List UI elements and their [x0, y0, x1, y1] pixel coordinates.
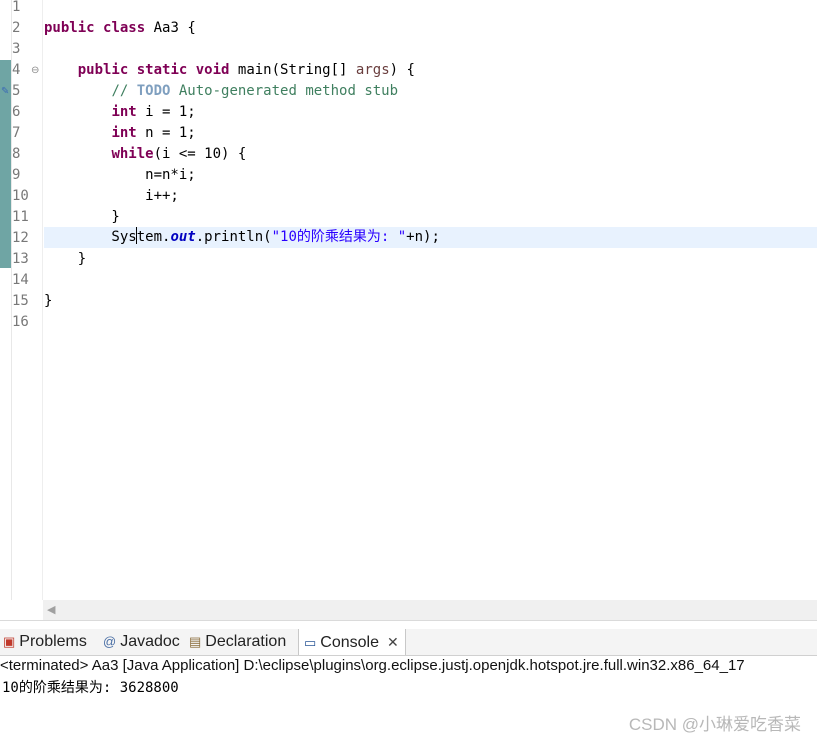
code-line-13[interactable]: }	[0, 249, 817, 270]
code-line-6[interactable]: int i = 1;	[0, 102, 817, 123]
line-number: 16	[12, 314, 29, 330]
code-line-8[interactable]: while(i <= 10) {	[0, 144, 817, 165]
tab-console[interactable]: ▭ Console ✕	[298, 629, 406, 655]
code-line-15[interactable]: }	[0, 291, 817, 312]
console-process-header: <terminated> Aa3 [Java Application] D:\e…	[0, 656, 817, 676]
horizontal-scrollbar[interactable]: ◀	[43, 600, 817, 620]
code-line-12[interactable]: System.out.println("10的阶乘结果为: "+n);	[0, 227, 817, 248]
code-line-10[interactable]: i++;	[0, 186, 817, 207]
code-line-5[interactable]: // TODO Auto-generated method stub	[0, 81, 817, 102]
line-number: 1	[12, 0, 21, 15]
code-line-4[interactable]: public static void main(String[] args) {	[0, 60, 817, 81]
close-icon[interactable]: ✕	[387, 634, 399, 650]
code-line-11[interactable]: }	[0, 207, 817, 228]
code-line-9[interactable]: n=n*i;	[0, 165, 817, 186]
tab-javadoc[interactable]: @ Javadoc	[103, 629, 180, 655]
code-line-7[interactable]: int n = 1;	[0, 123, 817, 144]
tab-problems[interactable]: ▣ Problems	[3, 629, 87, 655]
declaration-icon: ▤	[189, 634, 202, 649]
watermark: CSDN @小琳爱吃香菜	[628, 715, 801, 734]
line-number: 14	[12, 272, 29, 288]
code-editor[interactable]: 1 2 3 4 5 6 7 8 9 10 11 12 13 14 15 16 ⊖…	[0, 0, 817, 600]
scroll-left-arrow-icon[interactable]: ◀	[47, 603, 55, 616]
tab-declaration[interactable]: ▤ Declaration	[189, 629, 286, 655]
line-number: 3	[12, 41, 21, 57]
bottom-panel-tabbar: ▣ Problems @ Javadoc ▤ Declaration ▭ Console…	[0, 629, 817, 656]
code-line-2[interactable]: public class Aa3 {	[0, 18, 817, 39]
console-output[interactable]: 10的阶乘结果为: 3628800	[2, 678, 179, 698]
javadoc-icon: @	[103, 634, 117, 649]
console-icon: ▭	[304, 635, 317, 650]
problems-icon: ▣	[3, 634, 16, 649]
